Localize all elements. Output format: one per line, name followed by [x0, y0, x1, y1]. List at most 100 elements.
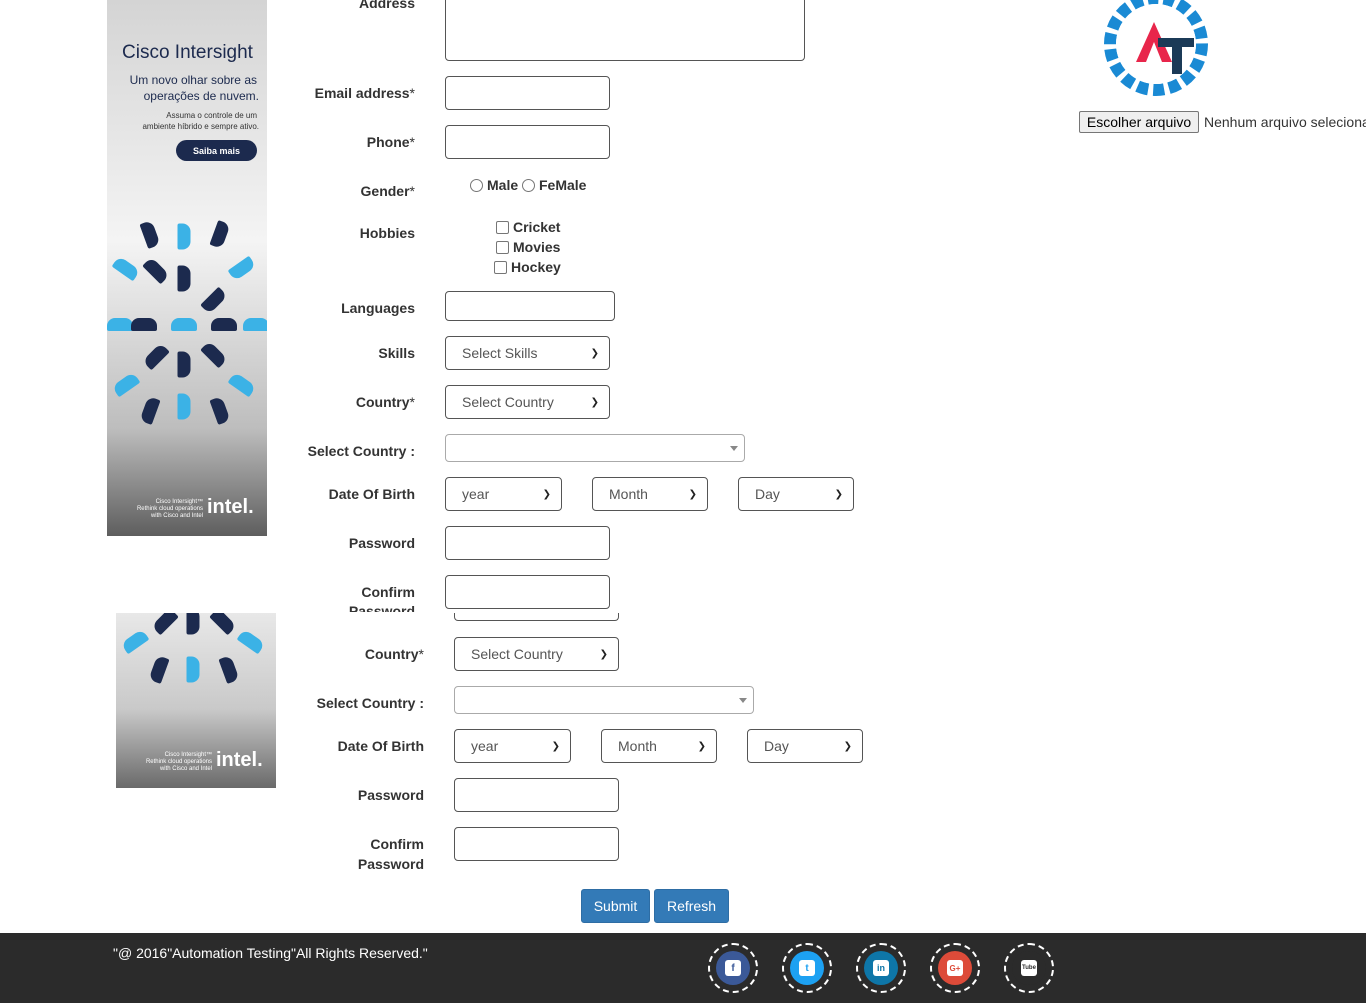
confirm-password-label-line2: Password: [357, 856, 424, 872]
youtube-icon: Tube: [1012, 951, 1046, 985]
ad-cta-button[interactable]: Saiba mais: [176, 140, 257, 161]
ad-foot-text: Cisco Intersight™: [155, 499, 203, 505]
day-select[interactable]: Day ❯: [747, 729, 863, 763]
refresh-button[interactable]: Refresh: [654, 889, 729, 923]
phone-field[interactable]: [445, 125, 610, 159]
skills-select-value: Select Skills: [462, 345, 538, 361]
required-mark: *: [409, 85, 415, 101]
female-radio[interactable]: [522, 178, 535, 192]
intel-logo: intel.: [207, 496, 254, 518]
select-country-combobox[interactable]: [454, 686, 754, 714]
movies-label: Movies: [513, 239, 561, 255]
password-field[interactable]: [445, 526, 610, 560]
month-select-value: Month: [618, 738, 657, 754]
copyright-text: "@ 2016"Automation Testing"All Rights Re…: [113, 945, 428, 961]
ad-banner-bottom[interactable]: Cisco Intersight™ Rethink cloud operatio…: [116, 613, 276, 788]
hobby-cricket-option[interactable]: Cricket: [496, 219, 560, 235]
linkedin-glyph: in: [873, 960, 889, 976]
country-select[interactable]: Select Country ❯: [445, 385, 610, 419]
hobby-hockey-option[interactable]: Hockey: [494, 259, 561, 275]
hobby-movies-option[interactable]: Movies: [496, 239, 560, 255]
dropdown-arrow-icon: [730, 446, 738, 451]
linkedin-link[interactable]: in: [856, 943, 906, 993]
twitter-glyph: t: [799, 960, 815, 976]
confirm-password-label: Confirm: [370, 836, 424, 852]
required-mark: *: [418, 646, 424, 662]
confirm-password-label-line2: Password: [348, 603, 415, 612]
month-select[interactable]: Month ❯: [601, 729, 717, 763]
hobbies-label: Hobbies: [359, 225, 415, 241]
chevron-down-icon: ❯: [599, 648, 608, 660]
country-select[interactable]: Select Country ❯: [454, 637, 619, 671]
chevron-down-icon: ❯: [834, 488, 843, 500]
google-plus-link[interactable]: G+: [930, 943, 980, 993]
facebook-glyph: f: [725, 960, 741, 976]
day-select-value: Day: [755, 486, 780, 502]
phone-label-text: Phone: [366, 134, 410, 150]
confirm-password-field[interactable]: [454, 827, 619, 861]
month-select-value: Month: [609, 486, 648, 502]
month-select[interactable]: Month ❯: [592, 477, 708, 511]
dropdown-arrow-icon: [739, 698, 747, 703]
country-select-value: Select Country: [471, 646, 563, 662]
cricket-checkbox[interactable]: [496, 220, 509, 234]
clipped-field-edge: [454, 613, 619, 621]
ad-foot-text: with Cisco and Intel: [150, 513, 203, 519]
male-radio[interactable]: [470, 178, 483, 192]
year-select[interactable]: year ❯: [445, 477, 562, 511]
gender-label-text: Gender: [360, 183, 410, 199]
skills-select[interactable]: Select Skills ❯: [445, 336, 610, 370]
password-field[interactable]: [454, 778, 619, 812]
male-label: Male: [487, 177, 519, 193]
required-mark: *: [409, 134, 415, 150]
country-label-text: Country: [364, 646, 419, 662]
facebook-icon: f: [716, 951, 750, 985]
youtube-link[interactable]: Tube: [1004, 943, 1054, 993]
facebook-link[interactable]: f: [708, 943, 758, 993]
cricket-label: Cricket: [513, 219, 561, 235]
email-field[interactable]: [445, 76, 610, 110]
ad-title: Cisco Intersight: [122, 42, 253, 63]
submit-button[interactable]: Submit: [581, 889, 650, 923]
chevron-down-icon: ❯: [590, 347, 599, 359]
chevron-down-icon: ❯: [590, 396, 599, 408]
required-mark: *: [409, 394, 415, 410]
chevron-down-icon: ❯: [542, 488, 551, 500]
ad-foot-text: Rethink cloud operations: [136, 506, 203, 512]
country-label-text: Country: [355, 394, 410, 410]
address-textarea[interactable]: [445, 0, 805, 61]
languages-field[interactable]: [445, 291, 615, 321]
twitter-link[interactable]: t: [782, 943, 832, 993]
phone-label: Phone*: [275, 134, 415, 150]
ad-banner-top[interactable]: Cisco Intersight Um novo olhar sobre as …: [107, 0, 267, 536]
confirm-password-field[interactable]: [445, 575, 610, 609]
movies-checkbox[interactable]: [496, 240, 509, 254]
file-status-text: Nenhum arquivo selecionado: [1204, 114, 1366, 130]
ad-foot-text: with Cisco and Intel: [159, 766, 212, 772]
file-chooser-button[interactable]: Escolher arquivo: [1079, 111, 1199, 133]
email-label-text: Email address: [314, 85, 410, 101]
youtube-glyph: Tube: [1021, 960, 1037, 976]
dob-label: Date Of Birth: [328, 486, 415, 502]
footer: "@ 2016"Automation Testing"All Rights Re…: [0, 933, 1366, 1003]
gender-male-option[interactable]: Male: [470, 177, 518, 193]
languages-label: Languages: [341, 300, 415, 316]
hockey-checkbox[interactable]: [494, 260, 507, 274]
day-select-value: Day: [764, 738, 789, 754]
dob-label: Date Of Birth: [337, 738, 424, 754]
chevron-down-icon: ❯: [843, 740, 852, 752]
year-select[interactable]: year ❯: [454, 729, 571, 763]
female-label: FeMale: [539, 177, 587, 193]
day-select[interactable]: Day ❯: [738, 477, 854, 511]
address-label: Address: [358, 0, 415, 11]
google-plus-glyph: G+: [947, 960, 963, 976]
twitter-icon: t: [790, 951, 824, 985]
ad-foot-text: Cisco Intersight™: [164, 752, 212, 758]
select-country-combobox[interactable]: [445, 434, 745, 462]
password-label: Password: [348, 535, 415, 551]
confirm-password-label-clipped: Password: [275, 603, 415, 612]
google-plus-icon: G+: [938, 951, 972, 985]
gender-female-option[interactable]: FeMale: [522, 177, 586, 193]
select-country-label: Select Country :: [307, 443, 415, 459]
country-label: Country*: [275, 394, 415, 410]
